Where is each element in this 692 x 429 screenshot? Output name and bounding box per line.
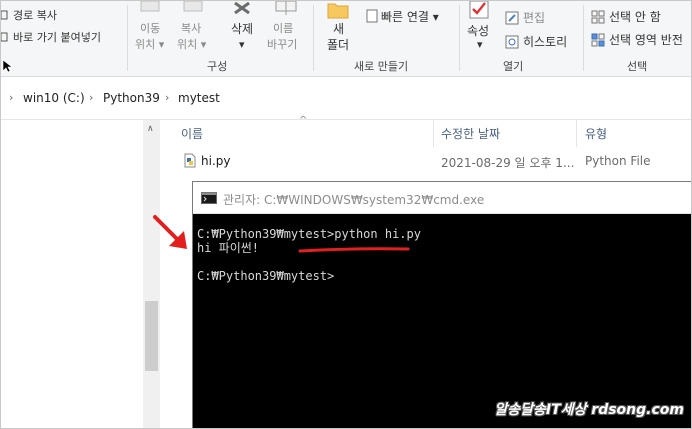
nav-scroll-thumb[interactable] — [145, 301, 158, 371]
sort-arrow-icon: ^ — [299, 115, 308, 126]
file-name[interactable]: hi.py — [201, 154, 230, 168]
cmd-line-output: hi 파이썬! — [197, 241, 260, 255]
screenshot-frame: 경로 복사 바로 가기 붙여넣기 이동 위치 ▾ 복사 위치 ▾ 삭제 ▾ 이름… — [0, 0, 692, 429]
ribbon: 경로 복사 바로 가기 붙여넣기 이동 위치 ▾ 복사 위치 ▾ 삭제 ▾ 이름… — [1, 1, 691, 77]
address-bar[interactable]: › win10 (C:) › Python39 › mytest — [1, 78, 691, 120]
properties-dropdown[interactable]: ▾ — [477, 38, 483, 52]
move-to-icon — [140, 1, 160, 12]
properties-icon — [469, 1, 489, 19]
cmd-line-command: C:₩Python39₩mytest>python hi.py — [197, 227, 421, 241]
new-folder-icon — [327, 3, 349, 19]
cmd-console[interactable]: C:₩Python39₩mytest>python hi.py hi 파이썬! … — [193, 215, 691, 428]
copy-to-icon — [183, 1, 203, 12]
easy-access-button[interactable]: 빠른 연결 ▾ — [381, 10, 439, 24]
move-to-label-2[interactable]: 위치 ▾ — [135, 38, 164, 52]
copy-path-button[interactable]: 경로 복사 — [13, 9, 57, 23]
mouse-cursor-icon — [2, 59, 12, 73]
address-root-chevron-icon[interactable]: › — [9, 91, 13, 104]
watermark: 알송달송IT세상 rdsong.com — [494, 402, 684, 418]
organize-group-label: 구성 — [207, 60, 228, 73]
cmd-line-prompt: C:₩Python39₩mytest> — [197, 269, 335, 283]
column-header-type[interactable]: 유형 — [585, 125, 607, 142]
properties-button[interactable]: 속성 — [467, 24, 489, 38]
scroll-up-icon[interactable]: ∧ — [147, 124, 154, 134]
move-to-label-1[interactable]: 이동 — [140, 22, 160, 36]
select-group-label: 선택 — [627, 60, 648, 73]
underline-annotation-icon — [298, 247, 410, 253]
open-group-label: 열기 — [503, 60, 524, 73]
edit-button[interactable]: 편집 — [523, 11, 545, 25]
python-file-icon — [184, 153, 196, 168]
column-divider[interactable] — [433, 119, 434, 147]
annotation-arrow-icon — [153, 215, 187, 249]
cmd-window[interactable]: 관리자: C:₩WINDOWS₩system32₩cmd.exe C:₩Pyth… — [192, 181, 691, 428]
select-none-icon — [591, 10, 605, 24]
copy-to-label-1[interactable]: 복사 — [181, 22, 201, 36]
navigation-pane — [1, 120, 162, 428]
invert-selection-button[interactable]: 선택 영역 반전 — [609, 33, 683, 47]
new-folder-label-1[interactable]: 새 — [333, 22, 344, 36]
delete-icon — [234, 1, 250, 15]
copy-path-icon — [1, 10, 8, 20]
new-group-label: 새로 만들기 — [354, 60, 409, 73]
history-icon — [505, 35, 519, 49]
breadcrumb-separator-icon[interactable]: › — [165, 91, 169, 104]
ribbon-separator — [459, 5, 460, 71]
edit-icon — [505, 11, 519, 25]
cmd-app-icon — [201, 192, 217, 204]
paste-shortcut-icon — [1, 32, 8, 42]
history-button[interactable]: 히스토리 — [523, 35, 567, 49]
easy-access-icon — [366, 9, 378, 23]
file-type: Python File — [585, 154, 651, 168]
rename-label-1[interactable]: 이름 — [273, 22, 293, 36]
column-header-name[interactable]: 이름 — [181, 125, 203, 142]
ribbon-separator — [313, 5, 314, 71]
breadcrumb-separator-icon[interactable]: › — [89, 91, 93, 104]
nav-scrollbar[interactable] — [143, 120, 160, 428]
column-divider[interactable] — [576, 119, 577, 147]
cmd-title: 관리자: C:₩WINDOWS₩system32₩cmd.exe — [223, 193, 485, 207]
ribbon-separator — [583, 5, 584, 71]
invert-selection-icon — [591, 33, 605, 47]
breadcrumb-python39[interactable]: Python39 — [103, 91, 160, 105]
copy-to-label-2[interactable]: 위치 ▾ — [177, 38, 206, 52]
rename-label-2[interactable]: 바꾸기 — [267, 38, 297, 52]
select-none-button[interactable]: 선택 안 함 — [609, 10, 661, 24]
paste-shortcut-button[interactable]: 바로 가기 붙여넣기 — [13, 31, 101, 45]
file-modified: 2021-08-29 일 오후 1... — [441, 156, 575, 170]
breadcrumb-mytest[interactable]: mytest — [178, 91, 220, 105]
rename-icon — [275, 1, 297, 15]
breadcrumb-drive[interactable]: win10 (C:) — [23, 91, 85, 105]
column-header-modified[interactable]: 수정한 날짜 — [441, 125, 500, 142]
table-row[interactable]: hi.py 2021-08-29 일 오후 1... Python File — [164, 149, 691, 173]
delete-button[interactable]: 삭제 — [231, 22, 253, 36]
cmd-title-bar[interactable]: 관리자: C:₩WINDOWS₩system32₩cmd.exe — [193, 182, 691, 214]
delete-dropdown[interactable]: ▾ — [239, 38, 245, 52]
ribbon-separator — [127, 5, 128, 71]
new-folder-label-2[interactable]: 폴더 — [327, 38, 349, 52]
